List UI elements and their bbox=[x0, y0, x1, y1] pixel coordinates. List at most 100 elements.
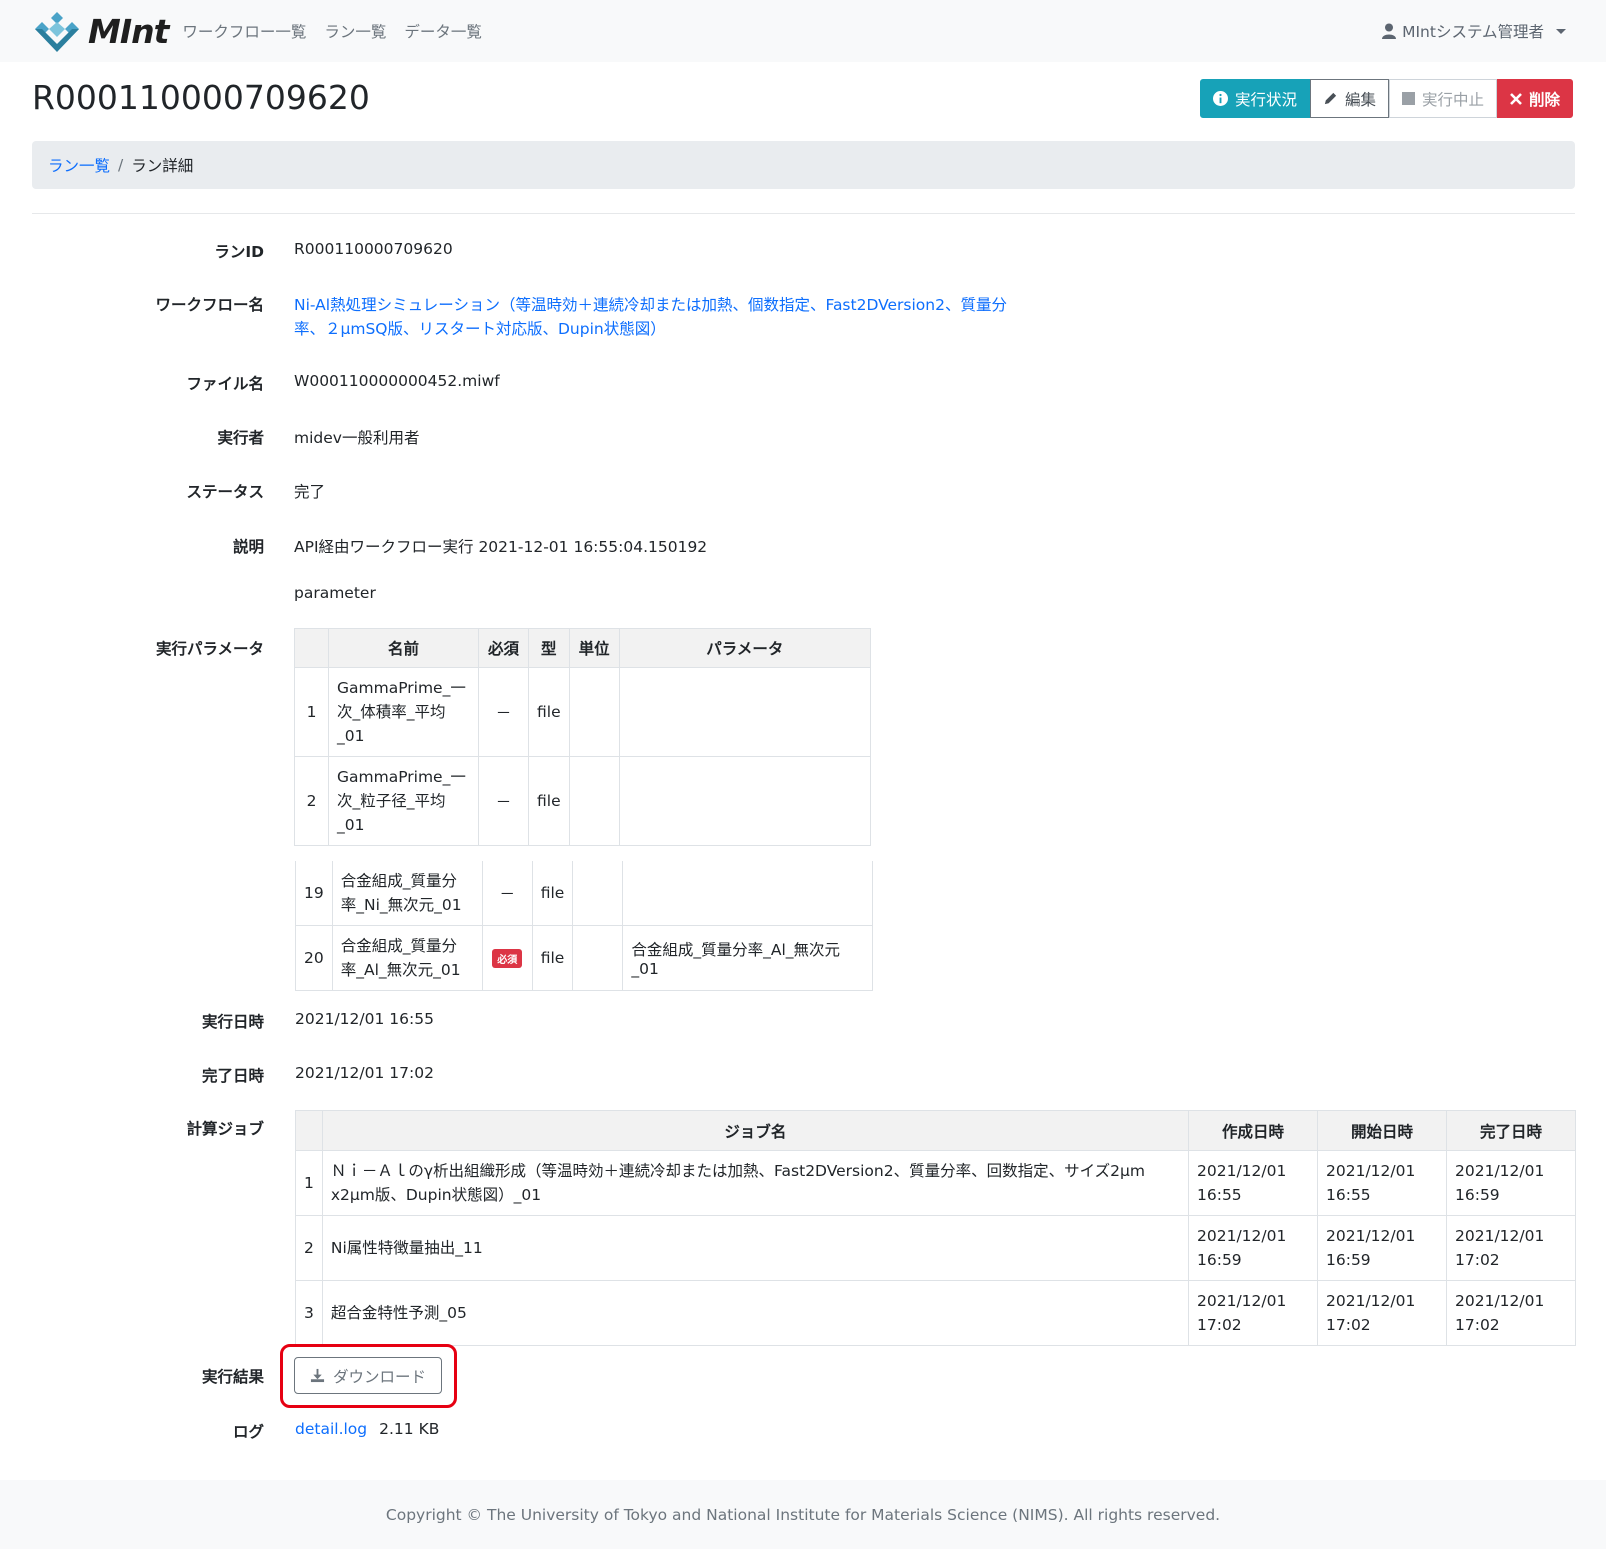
param-name: GammaPrime_一 次_粒子径_平均 _01 bbox=[328, 756, 479, 846]
param-name: GammaPrime_一 次_体積率_平均 _01 bbox=[328, 667, 479, 757]
start-time-value: 2021/12/01 16:55 bbox=[295, 1010, 434, 1028]
job-no: 2 bbox=[295, 1215, 323, 1281]
param-value bbox=[618, 756, 872, 846]
description-label: 説明 bbox=[232, 538, 264, 556]
job-name: Ni属性特徴量抽出_11 bbox=[321, 1215, 1190, 1281]
table-row: 3 超合金特性予測_05 2021/12/01 17:02 2021/12/01 1… bbox=[295, 1280, 1576, 1346]
executor-label: 実行者 bbox=[217, 429, 264, 447]
param-type: file bbox=[531, 861, 574, 926]
required-badge: 必須 bbox=[492, 948, 523, 968]
status-label: ステータス bbox=[186, 483, 264, 501]
table-row: 20 合金組成_質量分 率_Al_無次元_01 必須 file 合金組成_質量分率… bbox=[295, 925, 873, 991]
stop-run-button[interactable]: 実行中止 bbox=[1388, 79, 1497, 118]
job-started: 2021/12/01 16:55 bbox=[1317, 1150, 1447, 1216]
run-id-value: R000110000709620 bbox=[294, 240, 453, 258]
params-col-param: パラメータ bbox=[618, 628, 872, 668]
job-finished: 2021/12/01 17:02 bbox=[1446, 1215, 1576, 1281]
table-row: 1 Ｎｉ－Ａｌのγ析出組織形成（等温時効＋連続冷却または加熱、Fast2DVer… bbox=[295, 1150, 1576, 1216]
breadcrumb-separator: / bbox=[118, 156, 124, 174]
delete-button[interactable]: 削除 bbox=[1496, 79, 1573, 118]
jobs-col-created: 作成日時 bbox=[1188, 1110, 1318, 1151]
param-value bbox=[618, 667, 872, 757]
nav-workflows[interactable]: ワークフロー一覧 bbox=[182, 20, 306, 42]
start-time-label: 実行日時 bbox=[201, 1013, 264, 1031]
file-value: W000110000000452.miwf bbox=[294, 372, 500, 390]
navbar: MInt ワークフロー一覧 ラン一覧 データ一覧 MIntシステム管理者 bbox=[0, 0, 1606, 62]
param-unit bbox=[568, 667, 620, 757]
brand[interactable]: MInt bbox=[32, 6, 169, 56]
workflow-label: ワークフロー名 bbox=[155, 296, 264, 314]
info-icon bbox=[1212, 91, 1228, 106]
param-type: file bbox=[528, 756, 570, 846]
table-row: 19 合金組成_質量分 率_Ni_無次元_01 － file bbox=[295, 861, 873, 926]
nav-data[interactable]: データ一覧 bbox=[404, 20, 482, 42]
end-time-label: 完了日時 bbox=[201, 1067, 264, 1085]
pencil-icon bbox=[1324, 92, 1337, 105]
log-file-link[interactable]: detail.log bbox=[295, 1420, 367, 1438]
jobs-table: ジョブ名 作成日時 開始日時 完了日時 1 Ｎｉ－Ａｌのγ析出組織形成（等温時効… bbox=[295, 1110, 1576, 1346]
edit-button[interactable]: 編集 bbox=[1309, 79, 1389, 118]
stop-icon bbox=[1401, 92, 1415, 105]
param-name: 合金組成_質量分 率_Al_無次元_01 bbox=[331, 925, 483, 991]
job-created: 2021/12/01 16:59 bbox=[1188, 1215, 1318, 1281]
param-required: 必須 bbox=[481, 925, 533, 991]
param-unit bbox=[572, 861, 624, 926]
jobs-col-name: ジョブ名 bbox=[321, 1110, 1190, 1151]
action-buttons: 実行状況 編集 実行中止 削除 bbox=[1199, 79, 1573, 118]
jobs-label: 計算ジョブ bbox=[186, 1120, 264, 1138]
breadcrumb: ラン一覧 / ラン詳細 bbox=[32, 141, 1575, 189]
end-time-value: 2021/12/01 17:02 bbox=[295, 1064, 434, 1082]
job-name: Ｎｉ－Ａｌのγ析出組織形成（等温時効＋連続冷却または加熱、Fast2DVersi… bbox=[321, 1150, 1190, 1216]
download-button[interactable]: ダウンロード bbox=[294, 1357, 442, 1394]
param-required: － bbox=[478, 667, 529, 757]
params-col-unit: 単位 bbox=[568, 628, 620, 668]
param-type: file bbox=[528, 667, 570, 757]
table-row: 1 GammaPrime_一 次_体積率_平均 _01 － file bbox=[294, 667, 872, 757]
user-menu[interactable]: MIntシステム管理者 bbox=[1382, 20, 1566, 42]
download-icon bbox=[310, 1368, 325, 1383]
copyright-text: Copyright © The University of Tokyo and … bbox=[385, 1505, 1221, 1524]
params-table-continued: 19 合金組成_質量分 率_Ni_無次元_01 － file 20 合金組成_質量… bbox=[295, 861, 873, 991]
row-no: 2 bbox=[294, 756, 329, 846]
row-no: 19 bbox=[295, 861, 333, 926]
row-no: 1 bbox=[294, 667, 329, 757]
stop-label: 実行中止 bbox=[1421, 90, 1484, 109]
page-title: R000110000709620 bbox=[32, 78, 370, 117]
user-name: MIntシステム管理者 bbox=[1402, 23, 1544, 41]
run-id-label: ランID bbox=[214, 243, 264, 261]
jobs-col-no bbox=[295, 1110, 323, 1151]
params-col-required: 必須 bbox=[478, 628, 529, 668]
param-unit bbox=[568, 756, 620, 846]
job-no: 1 bbox=[295, 1150, 323, 1216]
status-value: 完了 bbox=[294, 483, 326, 501]
chevron-down-icon bbox=[1556, 28, 1566, 34]
log-label: ログ bbox=[232, 1423, 264, 1441]
main-nav: ワークフロー一覧 ラン一覧 データ一覧 bbox=[182, 20, 482, 42]
file-label: ファイル名 bbox=[186, 375, 264, 393]
param-unit bbox=[572, 925, 624, 991]
params-col-no bbox=[294, 628, 329, 668]
close-icon bbox=[1510, 92, 1522, 105]
breadcrumb-run-list[interactable]: ラン一覧 bbox=[48, 154, 110, 176]
log-file-size: 2.11 KB bbox=[379, 1420, 440, 1438]
divider bbox=[32, 213, 1575, 214]
job-finished: 2021/12/01 17:02 bbox=[1446, 1280, 1576, 1346]
delete-label: 削除 bbox=[1528, 90, 1560, 109]
run-status-label: 実行状況 bbox=[1234, 90, 1297, 109]
param-value bbox=[622, 861, 873, 926]
job-started: 2021/12/01 17:02 bbox=[1317, 1280, 1447, 1346]
table-row: 2 Ni属性特徴量抽出_11 2021/12/01 16:59 2021/12/0… bbox=[295, 1215, 1576, 1281]
jobs-header-row: ジョブ名 作成日時 開始日時 完了日時 bbox=[295, 1110, 1576, 1151]
params-header-row: 名前 必須 型 単位 パラメータ bbox=[294, 628, 872, 668]
param-type: file bbox=[531, 925, 574, 991]
workflow-link[interactable]: Ni-Al熱処理シミュレーション（等温時効＋連続冷却または加熱、個数指定、Fas… bbox=[294, 293, 1007, 341]
workflow-link-line2: 率、２μmSQ版、リスタート対応版、Dupin状態図） bbox=[294, 320, 666, 338]
nav-runs[interactable]: ラン一覧 bbox=[324, 20, 386, 42]
breadcrumb-current: ラン詳細 bbox=[131, 157, 194, 175]
job-created: 2021/12/01 17:02 bbox=[1188, 1280, 1318, 1346]
user-icon bbox=[1382, 23, 1397, 39]
result-label: 実行結果 bbox=[201, 1368, 264, 1386]
job-no: 3 bbox=[295, 1280, 323, 1346]
run-status-button[interactable]: 実行状況 bbox=[1199, 79, 1310, 118]
params-col-name: 名前 bbox=[328, 628, 479, 668]
